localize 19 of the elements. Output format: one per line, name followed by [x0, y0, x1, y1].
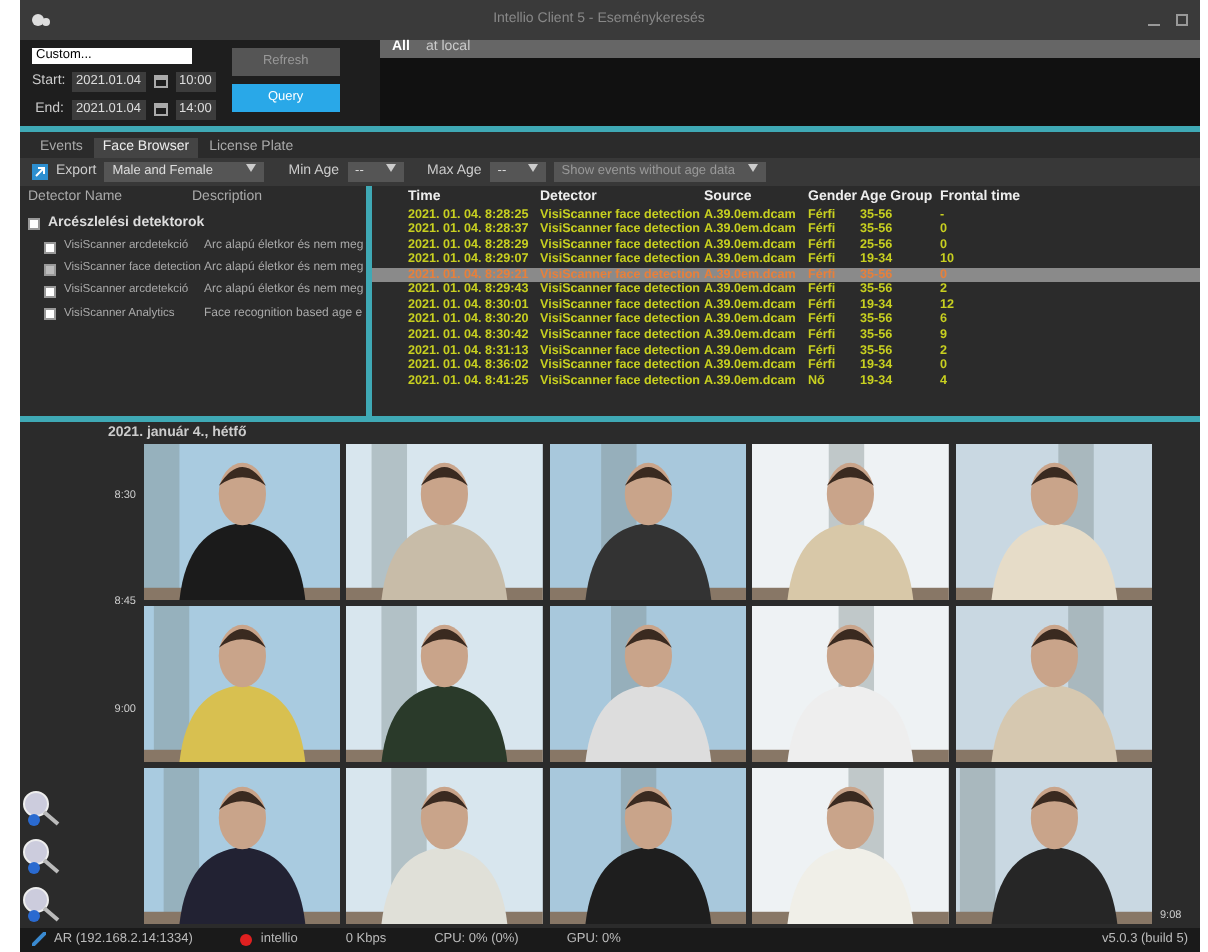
- caret-icon: [385, 164, 396, 173]
- status-dot: [240, 933, 253, 946]
- connection-icon: [32, 932, 46, 947]
- app-icon: [32, 13, 50, 27]
- checkbox[interactable]: [44, 263, 56, 276]
- calendar-icon[interactable]: [153, 74, 168, 89]
- caret-icon: [747, 164, 758, 173]
- checkbox[interactable]: [44, 241, 56, 254]
- checkbox[interactable]: [44, 285, 56, 298]
- checkbox[interactable]: [28, 217, 40, 230]
- zoom-icon[interactable]: [20, 836, 64, 876]
- zoom-icon[interactable]: [20, 884, 64, 924]
- zoom-icon[interactable]: [20, 788, 64, 828]
- checkbox[interactable]: [44, 308, 56, 321]
- caret-icon: [246, 164, 257, 173]
- export-icon: [32, 164, 48, 181]
- caret-icon: [527, 164, 538, 173]
- calendar-icon[interactable]: [153, 102, 168, 117]
- maximize-icon[interactable]: [1176, 14, 1188, 26]
